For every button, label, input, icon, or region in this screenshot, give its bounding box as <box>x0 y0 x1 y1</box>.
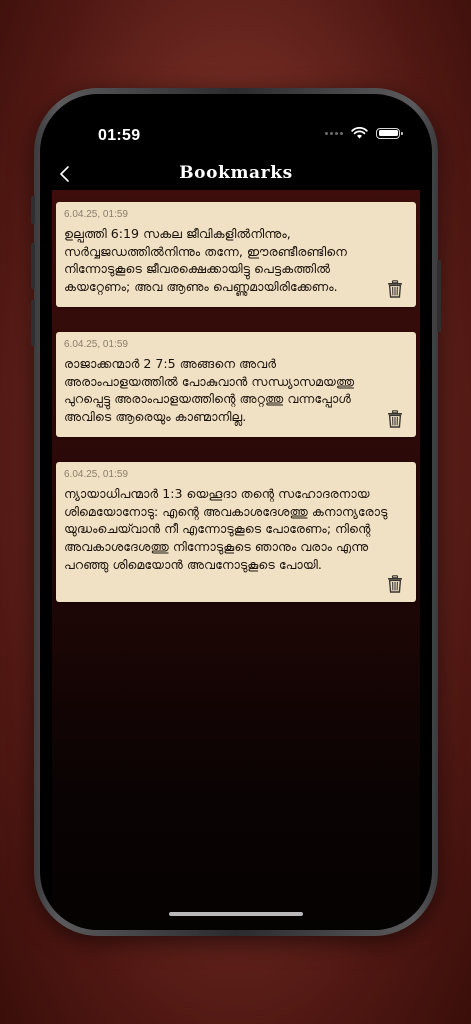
bookmark-card[interactable]: 6.04.25, 01:59 ന്യായാധിപന്മാർ 1:3 യെഹൂദാ… <box>56 462 416 602</box>
volume-down-button <box>31 300 35 346</box>
screen: 01:59 Bookmarks 6.04.25, 01:59 ഉല്പത്തി … <box>40 94 432 930</box>
bookmark-verse-text: ഉല്പത്തി 6:19 സകല ജീവികളിൽനിന്നും, സർവ്വ… <box>64 226 347 295</box>
phone-frame: 01:59 Bookmarks 6.04.25, 01:59 ഉല്പത്തി … <box>31 88 441 936</box>
bookmarks-list: 6.04.25, 01:59 ഉല്പത്തി 6:19 സകല ജീവികളി… <box>52 190 420 930</box>
trash-icon[interactable] <box>387 575 403 593</box>
bookmark-timestamp: 6.04.25, 01:59 <box>64 469 128 480</box>
bookmark-card[interactable]: 6.04.25, 01:59 രാജാക്കന്മാർ 2 7:5 അങ്ങനെ… <box>56 332 416 437</box>
status-icons <box>325 127 403 139</box>
power-button <box>437 260 441 332</box>
home-indicator[interactable] <box>169 912 303 916</box>
bookmark-timestamp: 6.04.25, 01:59 <box>64 339 128 350</box>
wifi-icon <box>351 127 368 139</box>
volume-up-button <box>31 243 35 289</box>
trash-icon[interactable] <box>387 410 403 428</box>
bookmark-verse-text: ന്യായാധിപന്മാർ 1:3 യെഹൂദാ തന്റെ സഹോദരനായ… <box>64 486 388 572</box>
battery-icon <box>376 127 403 139</box>
bookmark-timestamp: 6.04.25, 01:59 <box>64 209 128 220</box>
bookmark-verse-text: രാജാക്കന്മാർ 2 7:5 അങ്ങനെ അവർ അരാംപാളയത്… <box>64 356 355 425</box>
silent-switch <box>31 196 35 224</box>
status-time: 01:59 <box>98 127 141 144</box>
signal-dots-icon <box>325 131 343 135</box>
page-title: Bookmarks <box>179 163 293 183</box>
navigation-bar: Bookmarks <box>40 156 432 192</box>
bookmark-card[interactable]: 6.04.25, 01:59 ഉല്പത്തി 6:19 സകല ജീവികളി… <box>56 202 416 307</box>
trash-icon[interactable] <box>387 280 403 298</box>
